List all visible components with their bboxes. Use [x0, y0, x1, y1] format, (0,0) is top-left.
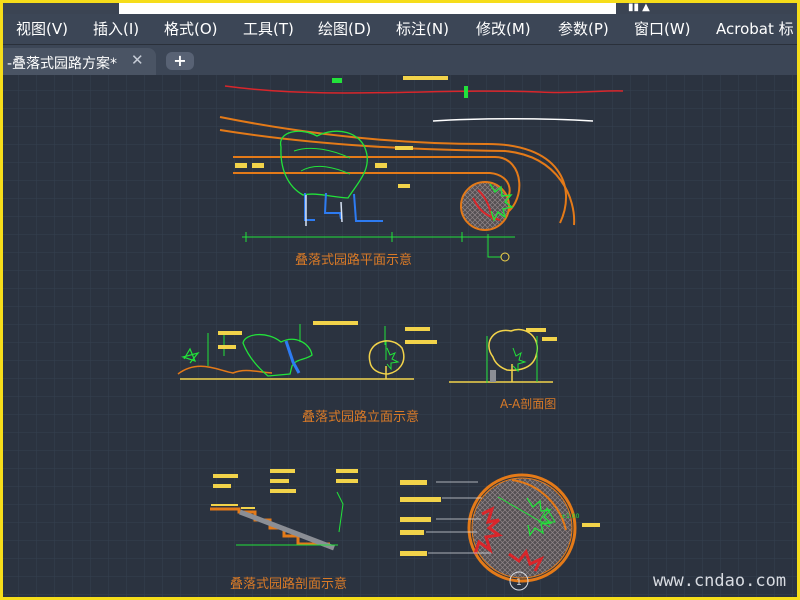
menu-draw[interactable]: 绘图(D) — [318, 18, 371, 40]
watermark: www.cndao.com — [653, 571, 787, 591]
autocad-window: ▮▮ ▲ 视图(V) 插入(I) 格式(O) 工具(T) 绘图(D) 标注(N)… — [3, 3, 797, 597]
document-tab[interactable]: -叠落式园路方案* ✕ — [3, 48, 156, 75]
document-tab-label: -叠落式园路方案* — [7, 56, 118, 72]
detail-dim: ±1.00 — [561, 513, 580, 520]
menu-tools[interactable]: 工具(T) — [243, 18, 294, 40]
document-tab-bar: -叠落式园路方案* ✕ + — [3, 45, 797, 75]
marker-number: 1 — [516, 578, 522, 588]
menu-window[interactable]: 窗口(W) — [634, 18, 691, 40]
menu-insert[interactable]: 插入(I) — [93, 18, 139, 40]
close-icon[interactable]: ✕ — [131, 51, 144, 69]
window-controls-partial: ▮▮ ▲ — [628, 3, 650, 13]
menu-parameters[interactable]: 参数(P) — [558, 18, 609, 40]
menu-dimension[interactable]: 标注(N) — [396, 18, 449, 40]
new-tab-button[interactable]: + — [166, 52, 194, 70]
section-title: A-A剖面图 — [500, 397, 556, 411]
drawing-canvas[interactable]: 叠落式园路平面示意 叠落式园路立面示意 A-A剖面图 叠落式园路剖面示意 ±1.… — [3, 75, 797, 597]
elevation-title: 叠落式园路立面示意 — [302, 409, 419, 425]
plan-title: 叠落式园路平面示意 — [295, 252, 412, 268]
stair-title: 叠落式园路剖面示意 — [230, 576, 347, 592]
search-field-strip[interactable] — [119, 3, 616, 14]
menu-modify[interactable]: 修改(M) — [476, 18, 531, 40]
menu-acrobat[interactable]: Acrobat 标 — [716, 18, 794, 40]
menu-bar: 视图(V) 插入(I) 格式(O) 工具(T) 绘图(D) 标注(N) 修改(M… — [3, 14, 797, 45]
menu-view[interactable]: 视图(V) — [16, 18, 68, 40]
menu-format[interactable]: 格式(O) — [164, 18, 218, 40]
